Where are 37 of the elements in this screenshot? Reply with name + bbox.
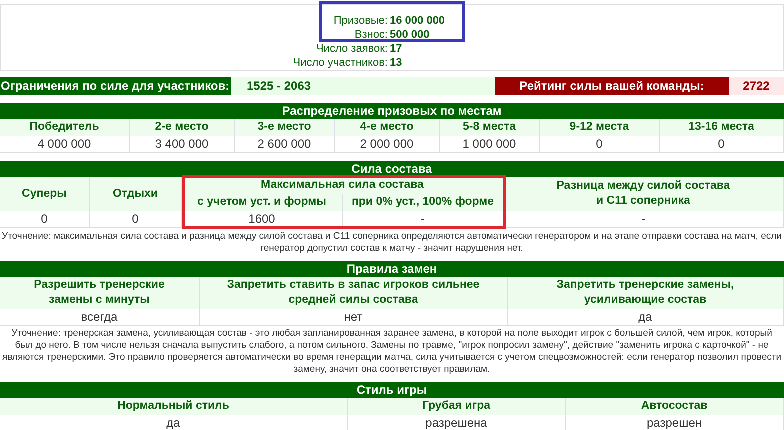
note-text: Уточнение: максимальная сила состава и разница между силой состава и С11 соперника определяются автоматически генератором и на этапе отправки состава на матч, если генератор допустил состав к матчу - значит нарушения нет. xyxy=(1,231,783,255)
limits-value: 1525 - 2063 xyxy=(231,77,495,95)
column-header: Нормальный стиль xyxy=(0,398,348,415)
column-header: Максимальная сила состава xyxy=(182,177,504,194)
column-header: 5-8 места xyxy=(440,119,540,136)
section-header: Стиль игры xyxy=(0,382,784,398)
summary-value: 17 xyxy=(390,42,402,56)
column-header: Разница между силой состава и С11 соперника xyxy=(504,177,784,211)
column-header: при 0% уст., 100% форме xyxy=(343,194,504,211)
column-header: 4-е место xyxy=(335,119,440,136)
rating-value: 2722 xyxy=(729,77,784,95)
summary-label: Призовые: xyxy=(334,14,389,28)
column-header: 13-16 места xyxy=(660,119,784,136)
summary-value: 13 xyxy=(390,56,402,70)
column-header: 3-е место xyxy=(235,119,335,136)
section-header: Распределение призовых по местам xyxy=(0,103,784,119)
section-header: Правила замен xyxy=(0,261,784,277)
column-header: Запретить тренерские замены, усиливающие состав xyxy=(508,277,784,309)
rating-label: Рейтинг силы вашей команды: xyxy=(495,77,729,95)
summary-label: Взнос: xyxy=(354,28,389,42)
summary-label: Число заявок: xyxy=(316,42,389,56)
column-header: 2-е место xyxy=(130,119,235,136)
summary-value: 16 000 000 xyxy=(390,14,446,28)
column-header: с учетом уст. и формы xyxy=(182,194,343,211)
column-header: Суперы xyxy=(0,177,90,211)
limits-label: Ограничения по силе для участников: xyxy=(0,77,231,95)
summary-value: 500 000 xyxy=(390,28,430,42)
column-header: Автосостав xyxy=(566,398,784,415)
column-header: Отдыхи xyxy=(90,177,182,211)
section-header: Сила состава xyxy=(0,161,784,177)
column-header: Победитель xyxy=(0,119,130,136)
column-header: 9-12 места xyxy=(540,119,660,136)
column-header: Запретить ставить в запас игроков сильнее средней силы состава xyxy=(200,277,508,309)
column-header: Разрешить тренерские замены с минуты xyxy=(0,277,200,309)
note-text: Уточнение: тренерская замена, усиливающая состав - это любая запланированная заранее замена, в которой на поле выходит игрок с большей силой, чем игрок, который был до него. В том числе нельзя сначала выпустить слабого, а потом сильного. Замены по травме, "игрок попросил замену", действие "заменить игрока с карточкой" - не являются тренерскими. Это правило проверяется автоматически во время генерации матча, сила учитывается с учетом спецвозможностей: если генератор позволил провести замену, значит она соответствует правилам. xyxy=(1,328,783,376)
summary-label: Число участников: xyxy=(293,56,389,70)
column-header: Грубая игра xyxy=(348,398,566,415)
